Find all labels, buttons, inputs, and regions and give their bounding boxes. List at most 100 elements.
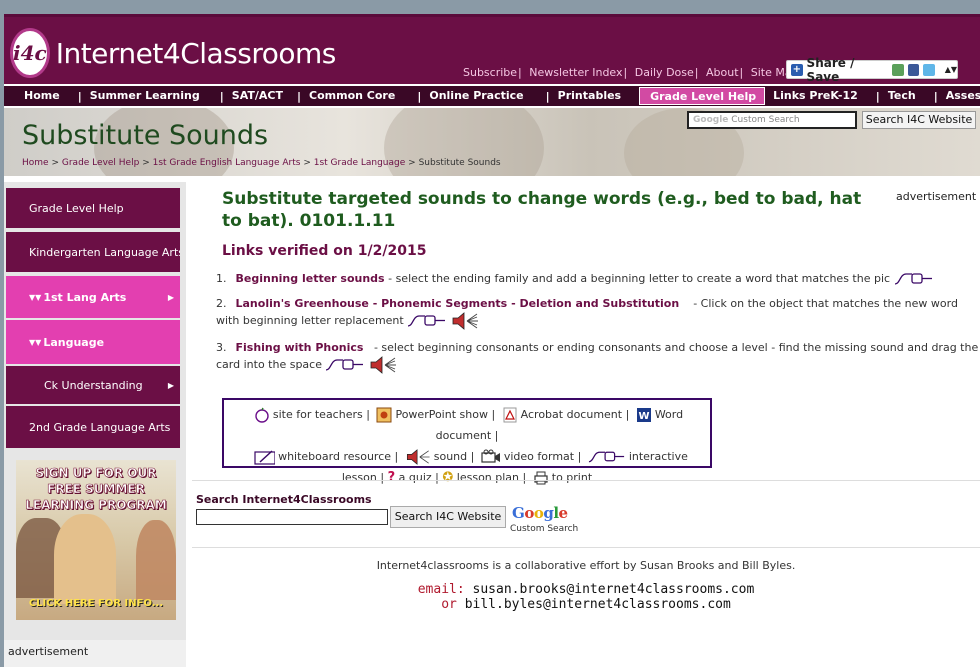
email-link-bill[interactable]: bill.byles@internet4classrooms.com	[465, 597, 731, 612]
breadcrumb-separator: >	[303, 158, 311, 168]
lesson-plan-icon: ✪	[442, 470, 454, 485]
sidebar-advertisement-label: advertisement	[4, 640, 186, 667]
sidebar-item-ck-understanding[interactable]: Ck Understanding ▶	[6, 366, 180, 404]
breadcrumb-1st-grade-ela[interactable]: 1st Grade English Language Arts	[153, 158, 301, 168]
legend-separator: |	[470, 450, 475, 463]
summer-learning-promo[interactable]: SIGN UP FOR OUR FREE SUMMER LEARNING PRO…	[16, 460, 176, 620]
legend-separator: |	[366, 408, 370, 421]
sound-icon	[452, 312, 478, 330]
resource-link-lanolins-greenhouse[interactable]: Lanolin's Greenhouse - Phonemic Segments…	[236, 297, 680, 310]
promo-photo-girl	[54, 514, 116, 604]
breadcrumb-home[interactable]: Home	[22, 158, 49, 168]
dropdown-arrow-icon: ▲▼	[944, 65, 958, 74]
bottom-search-input[interactable]	[196, 509, 388, 525]
sidebar-item-label: Kindergarten Language Arts	[29, 245, 180, 259]
main-nav: Home | Summer Learning | SAT/ACT | Commo…	[4, 84, 980, 108]
breadcrumb-grade-level-help[interactable]: Grade Level Help	[62, 158, 139, 168]
powerpoint-icon	[376, 407, 392, 423]
email-share-icon	[892, 63, 904, 76]
list-item: 2. Lanolin's Greenhouse - Phonemic Segme…	[216, 296, 980, 330]
sidebar-item-label: 1st Lang Arts	[43, 290, 127, 304]
breadcrumb-1st-grade-language[interactable]: 1st Grade Language	[314, 158, 406, 168]
nav-printables[interactable]: Printables	[550, 87, 639, 105]
chevron-right-icon: ▶	[167, 292, 174, 302]
nav-sat-act[interactable]: SAT/ACT	[224, 87, 297, 105]
resource-link-fishing-with-phonics[interactable]: Fishing with Phonics	[236, 341, 364, 354]
list-item: 1. Beginning letter sounds - select the …	[216, 271, 980, 287]
nav-home[interactable]: Home	[4, 87, 78, 105]
sidebar-item-label: Ck Understanding	[44, 378, 143, 392]
breadcrumb-current: Substitute Sounds	[418, 158, 501, 168]
top-link-daily-dose[interactable]: Daily Dose	[635, 66, 694, 79]
top-link-subscribe[interactable]: Subscribe	[463, 66, 517, 79]
top-links: Subscribe| Newsletter Index| Daily Dose|…	[463, 66, 799, 79]
acrobat-icon	[503, 407, 517, 423]
legend-separator: |	[435, 471, 439, 484]
breadcrumb-separator: >	[142, 158, 150, 168]
legend-label: whiteboard resource	[278, 450, 392, 463]
top-search-input[interactable]: Google Custom Search	[687, 111, 857, 129]
nav-assessment[interactable]: Assessment	[938, 87, 980, 105]
top-search-button[interactable]: Search I4C Website	[862, 111, 976, 129]
whiteboard-icon	[254, 450, 276, 465]
nav-online-practice[interactable]: Online Practice	[421, 87, 545, 105]
twitter-icon	[923, 63, 935, 76]
legend-label: a quiz	[398, 471, 432, 484]
sidebar-item-2nd-grade[interactable]: 2nd Grade Language Arts	[6, 406, 180, 448]
list-number: 2.	[216, 297, 227, 310]
email-link-susan[interactable]: susan.brooks@internet4classrooms.com	[473, 582, 755, 597]
promo-heading-line: FREE SUMMER	[47, 482, 145, 497]
facebook-icon	[907, 63, 920, 76]
sidebar-item-label: Grade Level Help	[29, 201, 124, 215]
apple-icon	[255, 407, 269, 423]
promo-photo-child	[136, 520, 176, 600]
plus-icon: +	[791, 63, 803, 76]
sidebar-item-kindergarten[interactable]: Kindergarten Language Arts	[6, 232, 180, 272]
breadcrumb-separator: >	[51, 158, 59, 168]
divider	[192, 480, 980, 481]
google-mark: Google	[693, 115, 729, 125]
legend-separator: |	[522, 471, 527, 484]
sidebar-item-language[interactable]: ▼▼ Language	[6, 320, 180, 364]
word-icon: W	[636, 408, 651, 422]
promo-heading-line: SIGN UP FOR OUR	[35, 466, 157, 481]
nav-summer-learning[interactable]: Summer Learning	[82, 87, 220, 105]
double-chevron-icon: ▼▼	[29, 292, 42, 302]
resource-link-beginning-letter-sounds[interactable]: Beginning letter sounds	[236, 272, 385, 285]
sidebar-item-label: Language	[43, 335, 105, 349]
legend-separator: |	[394, 450, 399, 463]
sidebar-item-grade-level-help[interactable]: Grade Level Help	[6, 188, 180, 228]
bottom-search-label: Search Internet4Classrooms	[196, 493, 372, 506]
site-logo[interactable]: i4c Internet4Classrooms	[10, 27, 336, 79]
promo-cta[interactable]: CLICK HERE FOR INFO...	[22, 598, 170, 609]
divider	[192, 547, 980, 548]
legend-separator: |	[380, 471, 385, 484]
page-banner: Substitute Sounds Home > Grade Level Hel…	[4, 108, 980, 176]
sidebar-item-1st-lang-arts[interactable]: ▼▼ 1st Lang Arts ▶	[6, 276, 180, 318]
advertisement-label: advertisement	[896, 190, 977, 203]
list-number: 1.	[216, 272, 227, 285]
footer-credit: Internet4classrooms is a collaborative e…	[376, 559, 796, 572]
bottom-search-button[interactable]: Search I4C Website	[390, 506, 506, 528]
resource-description: - select the ending family and add a beg…	[384, 272, 891, 285]
video-icon	[481, 449, 500, 463]
nav-tech[interactable]: Tech	[880, 87, 934, 105]
sound-icon	[370, 356, 396, 374]
nav-links-prek-12[interactable]: Links PreK-12	[765, 87, 876, 105]
breadcrumb-separator: >	[408, 158, 416, 168]
double-chevron-icon: ▼▼	[29, 337, 42, 347]
top-link-newsletter[interactable]: Newsletter Index	[529, 66, 622, 79]
legend-label: Acrobat document	[520, 408, 623, 421]
nav-common-core[interactable]: Common Core	[301, 87, 417, 105]
share-save-button[interactable]: + Share / Save ▲▼	[786, 56, 958, 84]
nav-grade-level-help[interactable]: Grade Level Help	[639, 87, 766, 105]
chevron-right-icon: ▶	[167, 380, 174, 390]
lesson-title: Substitute targeted sounds to change wor…	[222, 189, 862, 231]
interactive-lesson-icon	[588, 451, 624, 463]
legend-separator: |	[625, 408, 630, 421]
question-icon: ?	[387, 470, 396, 485]
legend-separator: |	[577, 450, 582, 463]
promo-heading-line: LEARNING PROGRAM	[25, 498, 167, 513]
top-link-about[interactable]: About	[706, 66, 739, 79]
legend-label: video format	[503, 450, 575, 463]
